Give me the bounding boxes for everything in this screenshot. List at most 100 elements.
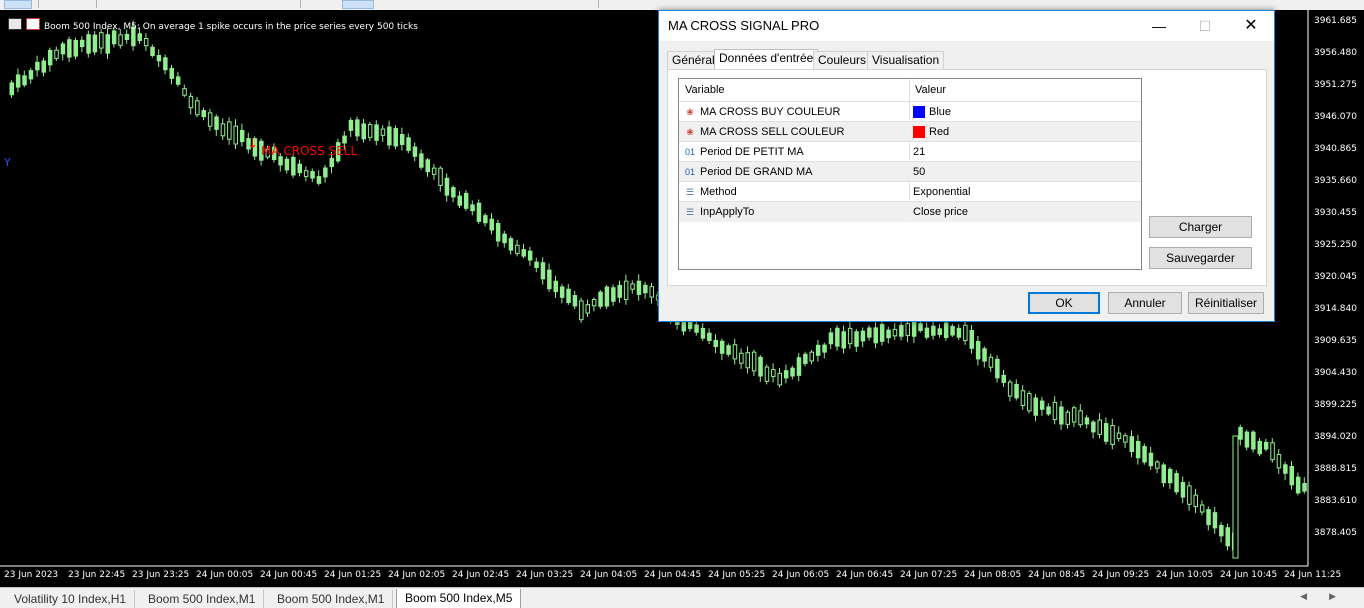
candle-body: [284, 158, 290, 171]
candle-body: [323, 167, 328, 178]
candle-body: [22, 75, 27, 86]
close-button[interactable]: ✕: [1228, 11, 1274, 41]
toolbar-separator: [38, 0, 39, 8]
param-value-cell[interactable]: Blue: [909, 102, 1141, 122]
candle-body: [617, 284, 622, 298]
candle-body: [1263, 441, 1269, 450]
param-row[interactable]: ☰ Method Exponential: [679, 181, 1141, 202]
price-tick-label: 3956.480: [1314, 48, 1357, 58]
candle-body: [67, 39, 72, 58]
param-name-cell: ☰ InpApplyTo: [679, 202, 909, 222]
column-header-variable[interactable]: Variable: [679, 79, 909, 101]
param-row[interactable]: 01 Period DE GRAND MA 50: [679, 161, 1141, 182]
reset-button[interactable]: Réinitialiser: [1188, 292, 1264, 314]
price-tick-label: 3920.045: [1314, 272, 1357, 282]
time-tick-label: 24 Jun 00:45: [260, 570, 318, 580]
candle-body: [303, 170, 309, 178]
time-tick-label: 24 Jun 04:45: [644, 570, 702, 580]
column-header-value[interactable]: Valeur: [909, 79, 1141, 101]
chart-tab[interactable]: Volatility 10 Index,H1: [6, 590, 136, 608]
candle-body: [1180, 482, 1186, 498]
candle-body: [1148, 452, 1154, 467]
candle-body: [713, 339, 718, 348]
candle-body: [105, 34, 110, 54]
candle-body: [918, 323, 923, 331]
candle-body: [111, 30, 117, 45]
candle-body: [15, 74, 21, 88]
candle-body: [1174, 473, 1179, 493]
candle-body: [739, 352, 744, 364]
candle-body: [137, 33, 142, 42]
candle-body: [995, 358, 1000, 379]
candle-body: [508, 238, 514, 251]
param-value-cell[interactable]: Exponential: [909, 182, 1141, 202]
candle-body: [758, 356, 763, 377]
toolbar-button-active[interactable]: [4, 0, 32, 9]
tab-inputs[interactable]: Données d'entrée: [714, 49, 819, 70]
candle-body: [969, 329, 974, 349]
candle-body: [239, 129, 245, 143]
candle-body: [1084, 417, 1090, 425]
candle-body: [201, 109, 206, 118]
tab-visualization[interactable]: Visualisation: [867, 51, 945, 69]
candle-body: [483, 215, 488, 224]
int-param-icon: 01: [684, 167, 695, 177]
candle-body: [892, 328, 898, 337]
ok-button[interactable]: OK: [1028, 292, 1100, 314]
tab-colors[interactable]: Couleurs: [813, 51, 872, 69]
chart-tab[interactable]: Boom 500 Index,M1: [269, 590, 394, 608]
candle-body: [1052, 401, 1058, 420]
param-row[interactable]: ❀ MA CROSS BUY COULEUR Blue: [679, 101, 1141, 122]
param-name: Period DE PETIT MA: [700, 146, 804, 158]
price-tick-label: 3899.225: [1314, 400, 1357, 410]
price-tick-label: 3935.660: [1314, 176, 1357, 186]
candle-body: [854, 331, 859, 347]
time-tick-label: 24 Jun 11:25: [1284, 570, 1342, 580]
candle-body: [310, 171, 315, 179]
candle-body: [783, 370, 789, 379]
time-tick-label: 24 Jun 02:05: [388, 570, 446, 580]
candle-body: [1225, 527, 1230, 547]
chart-tab[interactable]: Boom 500 Index,M1: [140, 590, 265, 608]
candle-body: [1001, 374, 1006, 383]
candle-body: [412, 146, 418, 157]
candle-body: [47, 49, 53, 66]
save-button[interactable]: Sauvegarder: [1149, 247, 1252, 269]
candle-body: [579, 300, 584, 321]
param-row[interactable]: ☰ InpApplyTo Close price: [679, 201, 1141, 222]
dialog-title-bar[interactable]: MA CROSS SIGNAL PRO — ☐ ✕: [659, 11, 1274, 41]
toolbar-separator: [598, 0, 599, 8]
param-row[interactable]: 01 Period DE PETIT MA 21: [679, 141, 1141, 162]
param-row[interactable]: ❀ MA CROSS SELL COULEUR Red: [679, 121, 1141, 142]
candle-body: [1142, 446, 1147, 463]
cancel-button[interactable]: Annuler: [1108, 292, 1182, 314]
color-swatch: [913, 126, 925, 138]
param-value-cell[interactable]: 21: [909, 142, 1141, 162]
minimize-button[interactable]: —: [1136, 11, 1182, 41]
param-value-cell[interactable]: 50: [909, 162, 1141, 182]
candle-body: [86, 34, 91, 54]
candle-body: [623, 280, 629, 300]
price-tick-label: 3946.070: [1314, 112, 1357, 122]
candle-body: [1219, 524, 1224, 537]
candle-body: [182, 88, 187, 96]
tabs-scroll-arrows[interactable]: ◀▶: [1300, 592, 1358, 602]
tab-general[interactable]: Général: [667, 51, 720, 69]
sell-arrow-icon: ↓: [247, 137, 258, 152]
candle-body: [1187, 485, 1192, 505]
candle-body: [521, 249, 526, 257]
price-tick-label: 3925.250: [1314, 240, 1357, 250]
int-param-icon: 01: [684, 147, 695, 157]
load-button[interactable]: Charger: [1149, 216, 1252, 238]
candle-body: [118, 34, 123, 46]
candle-body: [604, 286, 610, 307]
param-value-cell[interactable]: Close price: [909, 202, 1141, 222]
candle-body: [291, 156, 296, 176]
candle-body: [1129, 436, 1134, 452]
param-value: Red: [929, 126, 950, 138]
param-value-cell[interactable]: Red: [909, 122, 1141, 142]
candle-body: [719, 340, 725, 354]
candle-body: [771, 369, 776, 377]
chart-tab-active[interactable]: Boom 500 Index,M5: [396, 589, 522, 608]
toolbar-button-active[interactable]: [342, 0, 374, 9]
